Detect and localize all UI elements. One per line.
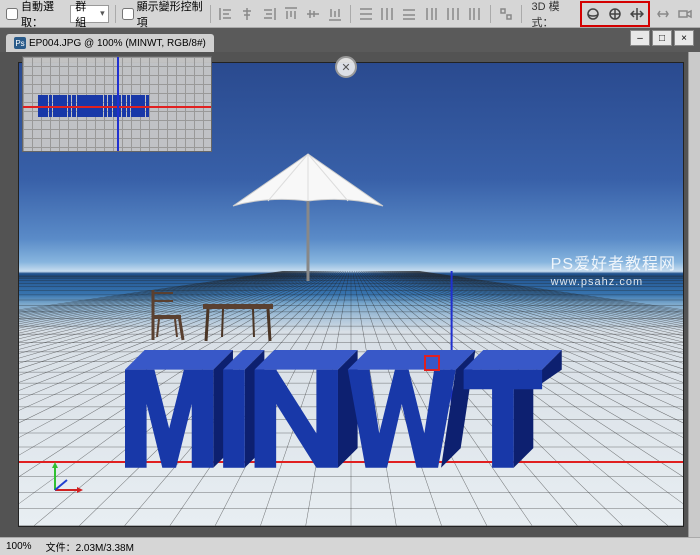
vertical-scrollbar[interactable] bbox=[688, 52, 700, 537]
watermark-title: PS爱好者教程网 bbox=[551, 256, 676, 273]
distribute-top-icon[interactable] bbox=[357, 4, 375, 24]
options-toolbar: 自動選取： 群組 顯示變形控制項 3D 模式： bbox=[0, 0, 700, 28]
divider bbox=[210, 5, 211, 23]
camera-3d-icon[interactable] bbox=[676, 4, 694, 24]
distribute-h-icon[interactable] bbox=[444, 4, 462, 24]
maximize-button[interactable]: □ bbox=[652, 30, 672, 46]
transform-controls-checkbox[interactable] bbox=[122, 8, 134, 20]
transform-controls-label: 顯示變形控制項 bbox=[137, 0, 204, 30]
divider bbox=[490, 5, 491, 23]
pan-3d-icon[interactable] bbox=[627, 4, 647, 24]
close-button[interactable]: × bbox=[674, 30, 694, 46]
slide-3d-icon[interactable] bbox=[654, 4, 672, 24]
status-bar: 100% 文件：2.03M/3.38M bbox=[0, 537, 700, 555]
minimap-blue-axis bbox=[117, 57, 119, 151]
watermark: PS爱好者教程网 www.psahz.com bbox=[551, 250, 676, 288]
minimize-button[interactable]: – bbox=[630, 30, 650, 46]
divider bbox=[115, 5, 116, 23]
auto-select-checkbox[interactable] bbox=[6, 8, 18, 20]
text-3d-minwt bbox=[125, 350, 577, 489]
distribute-bottom-icon[interactable] bbox=[400, 4, 418, 24]
divider bbox=[350, 5, 351, 23]
window-controls: – □ × bbox=[630, 30, 694, 46]
distribute-right-icon[interactable] bbox=[466, 4, 484, 24]
align-bottom-icon[interactable] bbox=[326, 4, 344, 24]
ps-file-icon: Ps bbox=[14, 37, 26, 49]
watermark-url: www.psahz.com bbox=[551, 276, 676, 288]
auto-select-group: 自動選取： 群組 bbox=[6, 0, 109, 30]
tab-title: EP004.JPG @ 100% (MINWT, RGB/8#) bbox=[29, 38, 206, 49]
auto-align-icon[interactable] bbox=[497, 4, 515, 24]
align-middle-icon[interactable] bbox=[304, 4, 322, 24]
minimap-panel[interactable] bbox=[22, 56, 212, 152]
transform-controls-group: 顯示變形控制項 bbox=[122, 0, 204, 30]
axis-gizmo[interactable] bbox=[47, 458, 87, 498]
mode-3d-label: 3D 模式： bbox=[531, 0, 576, 30]
umbrella bbox=[218, 146, 398, 286]
align-top-icon[interactable] bbox=[282, 4, 300, 24]
mode-3d-highlight bbox=[580, 1, 650, 27]
chair bbox=[145, 285, 195, 345]
align-left-icon[interactable] bbox=[217, 4, 235, 24]
minimap-close-button[interactable]: ✕ bbox=[335, 56, 357, 78]
auto-select-label: 自動選取： bbox=[21, 0, 67, 30]
table bbox=[198, 299, 278, 344]
divider bbox=[521, 5, 522, 23]
document-tab[interactable]: Ps EP004.JPG @ 100% (MINWT, RGB/8#) bbox=[6, 34, 214, 52]
tab-bar: Ps EP004.JPG @ 100% (MINWT, RGB/8#) bbox=[0, 28, 700, 52]
orbit-3d-icon[interactable] bbox=[583, 4, 603, 24]
rotate-3d-icon[interactable] bbox=[605, 4, 625, 24]
align-right-icon[interactable] bbox=[260, 4, 278, 24]
zoom-level[interactable]: 100% bbox=[6, 541, 32, 552]
distribute-v-icon[interactable] bbox=[379, 4, 397, 24]
distribute-left-icon[interactable] bbox=[422, 4, 440, 24]
doc-info: 文件：2.03M/3.38M bbox=[46, 539, 134, 554]
group-dropdown[interactable]: 群組 bbox=[70, 5, 108, 23]
selection-cursor bbox=[424, 355, 440, 371]
align-center-h-icon[interactable] bbox=[239, 4, 257, 24]
